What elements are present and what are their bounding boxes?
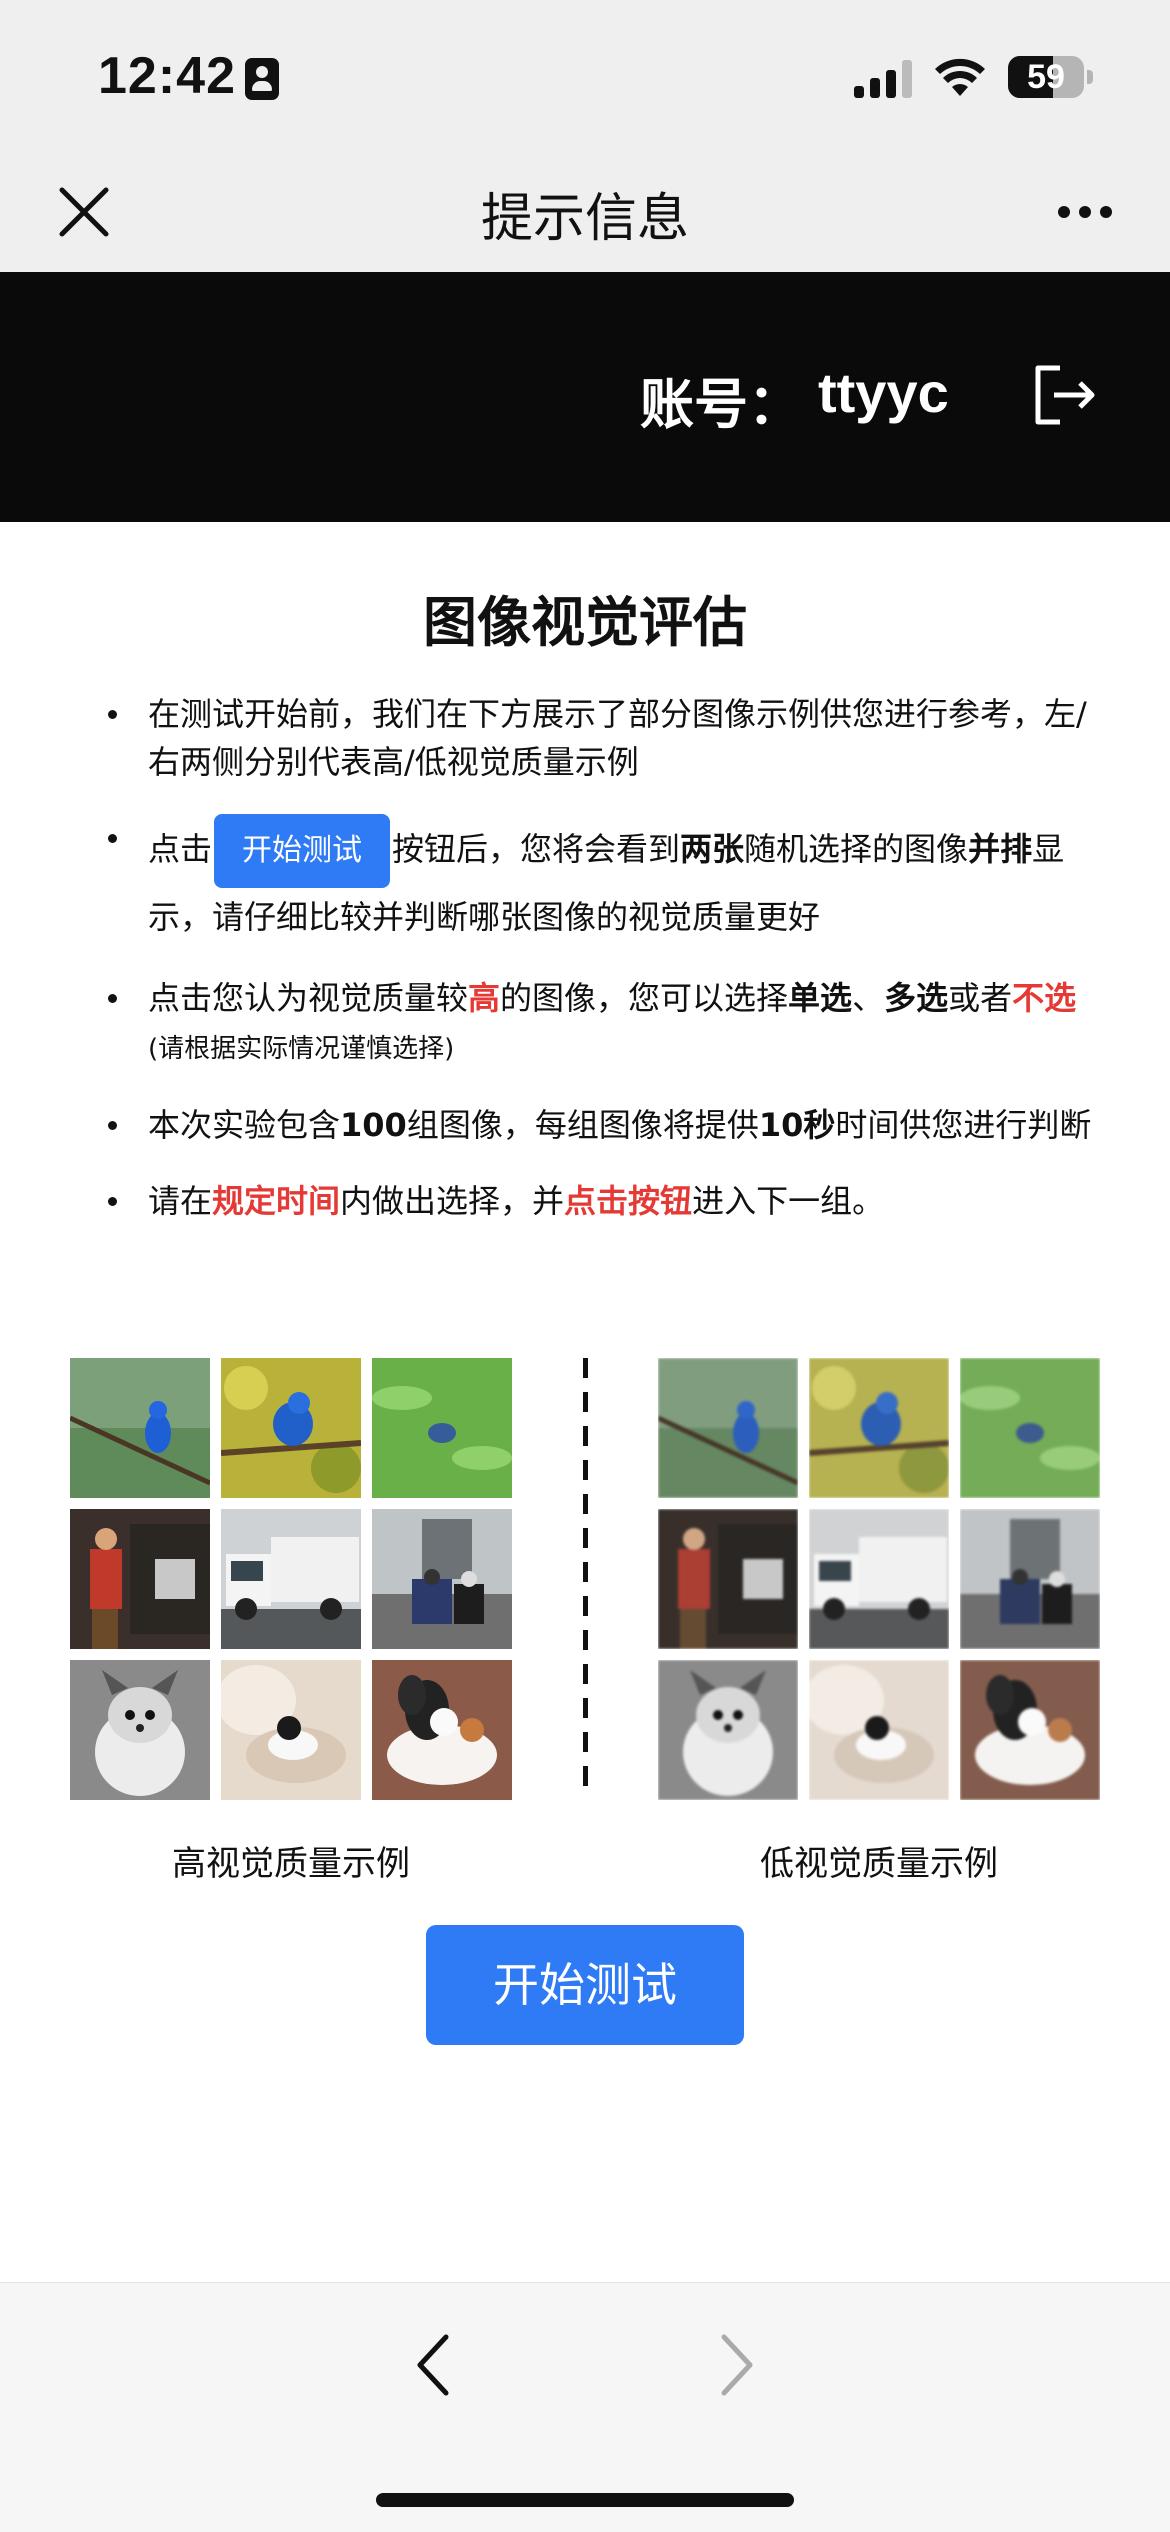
page-title: 提示信息 [480,189,689,249]
battery-cap [1087,70,1093,84]
instruction-text: 进入下一组。 [692,1182,885,1220]
home-indicator[interactable] [376,2493,794,2507]
instruction-emphasis: 10秒 [758,1106,836,1144]
low-quality-example-grid [658,1358,1100,1800]
thumbnail-street-with-motorcycle [960,1509,1100,1649]
thumbnail-bird-in-yellow-leaves [221,1358,361,1498]
thumbnail-garbage-truck [221,1509,361,1649]
inline-start-button[interactable]: 开始测试 [214,814,391,888]
thumbnail-garbage-worker [658,1509,798,1649]
thumbnail-cat-on-pillow [221,1660,361,1800]
instruction-text: 点击 [148,830,213,868]
thumbnail-papillon-dog [372,1660,512,1800]
instruction-emphasis: 并排 [968,830,1033,868]
person-card-icon [245,58,279,100]
high-quality-example-grid [70,1358,512,1800]
status-bar: 12:42 59 [0,0,1170,150]
thumbnail-bird-in-green-leaves [960,1358,1100,1498]
thumbnail-fluffy-dog [658,1660,798,1800]
thumbnail-street-with-motorcycle [372,1509,512,1649]
low-quality-caption: 低视觉质量示例 [760,1844,998,1884]
instruction-item: 本次实验包含100组图像，每组图像将提供10秒时间供您进行判断 [100,1101,1100,1149]
instruction-text: 、 [852,979,885,1017]
nav-bar: 提示信息 [0,150,1170,272]
wifi-icon [935,58,985,96]
instruction-text: 按钮后，您将会看到 [392,830,681,868]
instruction-note: (请根据实际情况谨慎选择) [148,1034,455,1064]
thumbnail-bird-on-branch [70,1358,210,1498]
account-label: 账号： [640,373,802,436]
content-heading: 图像视觉评估 [423,591,747,654]
bottom-toolbar [0,2282,1170,2532]
thumbnail-bird-in-yellow-leaves [809,1358,949,1498]
high-quality-caption: 高视觉质量示例 [172,1844,410,1884]
instruction-text: 随机选择的图像 [744,830,969,868]
instruction-text: 本次实验包含 [148,1106,341,1144]
account-name: ttyyc [818,361,949,424]
thumbnail-garbage-worker [70,1509,210,1649]
dashed-divider [583,1358,588,1800]
battery-icon: 59 [1008,56,1084,98]
instruction-text: 在测试开始前，我们在下方展示了部分图像示例供您进行参考，左/右两侧分别代表高/低… [148,695,1087,781]
thumbnail-papillon-dog [960,1660,1100,1800]
instruction-emphasis: 100 [340,1106,407,1144]
instruction-item: 在测试开始前，我们在下方展示了部分图像示例供您进行参考，左/右两侧分别代表高/低… [100,690,1100,786]
instruction-highlight: 高 [468,979,501,1017]
thumbnail-bird-on-branch [658,1358,798,1498]
instruction-item: 点击您认为视觉质量较高的图像，您可以选择单选、多选或者不选 (请根据实际情况谨慎选… [100,974,1100,1073]
instruction-highlight: 规定时间 [212,1182,341,1220]
instruction-text: 或者 [948,979,1013,1017]
chevron-right-icon [721,2334,753,2396]
instruction-text: 组图像，每组图像将提供 [406,1106,759,1144]
instruction-item: 请在规定时间内做出选择，并点击按钮进入下一组。 [100,1177,1100,1225]
instruction-list: 在测试开始前，我们在下方展示了部分图像示例供您进行参考，左/右两侧分别代表高/低… [100,690,1100,1253]
instruction-emphasis: 两张 [680,830,745,868]
start-test-button[interactable]: 开始测试 [426,1925,744,2045]
instruction-item: 点击 开始测试 按钮后，您将会看到两张随机选择的图像并排显示，请仔细比较并判断哪张图… [100,814,1100,946]
instruction-text: 请在 [148,1182,213,1220]
instruction-text: 内做出选择，并 [340,1182,565,1220]
thumbnail-bird-in-green-leaves [372,1358,512,1498]
thumbnail-garbage-truck [809,1509,949,1649]
status-time: 12:42 [98,47,236,105]
thumbnail-fluffy-dog [70,1660,210,1800]
instruction-text: 时间供您进行判断 [835,1106,1092,1144]
instruction-highlight: 点击按钮 [564,1182,693,1220]
chevron-left-icon[interactable] [404,2325,464,2405]
account-header: 账号： ttyyc [0,272,1170,522]
instruction-emphasis: 多选 [884,979,949,1017]
instruction-text: 点击您认为视觉质量较 [148,979,469,1017]
more-icon[interactable] [1050,190,1120,230]
signal-icon [854,60,914,98]
thumbnail-cat-on-pillow [809,1660,949,1800]
battery-level: 59 [1027,58,1065,96]
instruction-emphasis: 单选 [788,979,853,1017]
logout-icon[interactable] [1030,360,1100,430]
instruction-text: 的图像，您可以选择 [500,979,789,1017]
instruction-highlight: 不选 [1012,979,1077,1017]
